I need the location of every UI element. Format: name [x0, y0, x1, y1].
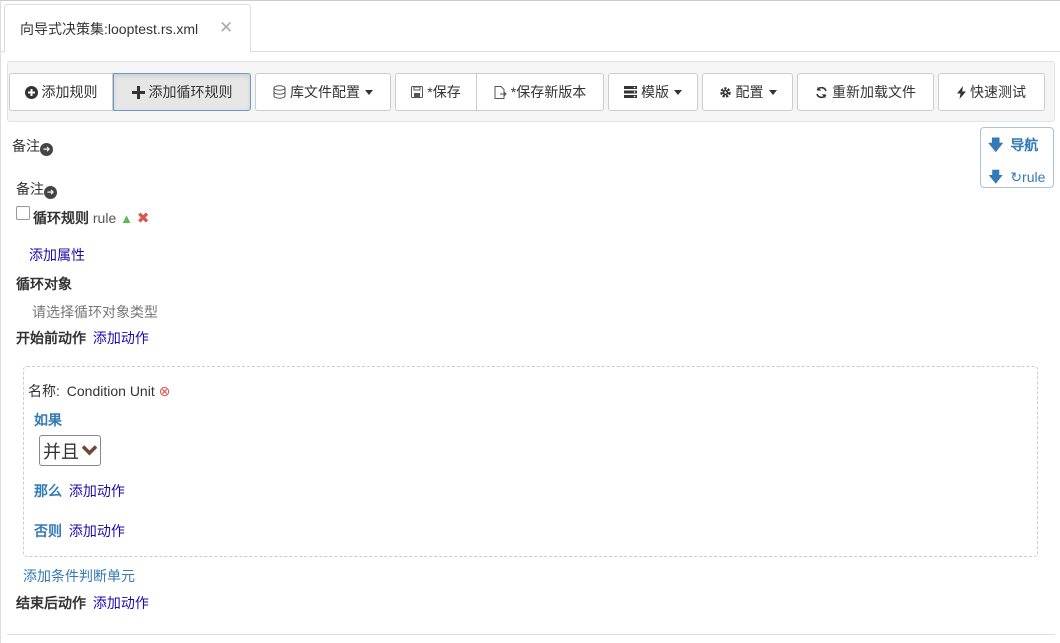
server-icon	[624, 86, 637, 98]
loop-object-placeholder[interactable]: 请选择循环对象类型	[32, 302, 158, 322]
save-new-version-button[interactable]: *保存新版本	[476, 73, 604, 111]
save-new-version-label: *保存新版本	[510, 84, 587, 100]
tree-icon[interactable]: ▲	[120, 211, 133, 226]
if-label: 如果	[34, 412, 62, 428]
floppy-icon	[411, 86, 424, 98]
rule-remark-label: 备注	[16, 181, 44, 197]
add-loop-rule-button[interactable]: 添加循环规则	[113, 73, 251, 111]
add-rule-label: 添加规则	[41, 84, 98, 100]
condition-unit-name-label: 名称:	[28, 383, 60, 399]
quick-test-button[interactable]: 快速测试	[938, 73, 1045, 111]
join-operator-value: 并且	[43, 442, 79, 462]
config-button[interactable]: 配置	[702, 73, 793, 111]
add-condition-unit-link[interactable]: 添加条件判断单元	[23, 566, 135, 586]
arrow-circle-right-icon[interactable]: ➜	[44, 186, 57, 199]
rule-checkbox[interactable]	[16, 206, 30, 220]
then-add-action-link[interactable]: 添加动作	[69, 483, 125, 499]
add-loop-rule-label: 添加循环规则	[148, 84, 233, 100]
else-row: 否则 添加动作	[34, 521, 125, 541]
arrow-down-icon: 🡇	[988, 169, 1004, 186]
caret-down-icon	[674, 89, 682, 95]
delete-icon[interactable]: ✖	[137, 210, 150, 227]
reload-label: 重新加载文件	[832, 84, 916, 100]
save-label: *保存	[427, 84, 461, 100]
tab-looptest[interactable]: 向导式决策集:looptest.rs.xml ✕	[4, 4, 251, 53]
condition-unit-name-row: 名称: Condition Unit ⊗	[28, 381, 170, 401]
toolbar: 添加规则 添加循环规则 库文件配置 *保存 *保存新版本 模版 配置 重新加载文…	[7, 61, 1055, 122]
then-row: 那么 添加动作	[34, 481, 125, 501]
rule-remark[interactable]: 备注 ➜	[16, 179, 57, 199]
reload-button[interactable]: 重新加载文件	[797, 73, 934, 111]
gear-icon	[719, 86, 732, 99]
nav-label: 导航	[1010, 137, 1039, 153]
loop-object-label: 循环对象	[16, 276, 72, 292]
divider	[7, 634, 1055, 635]
tab-bar: 向导式决策集:looptest.rs.xml ✕	[0, 0, 1060, 53]
after-action-add-link[interactable]: 添加动作	[93, 595, 149, 611]
rule-type-label: 循环规则	[33, 210, 89, 226]
after-action-label: 结束后动作	[16, 595, 86, 611]
save-button[interactable]: *保存	[395, 73, 477, 111]
else-add-action-link[interactable]: 添加动作	[69, 523, 125, 539]
join-operator-select[interactable]: 并且	[39, 435, 101, 466]
remark-top-label: 备注	[12, 138, 40, 154]
before-action-add-link[interactable]: 添加动作	[93, 330, 149, 346]
remark-top[interactable]: 备注 ➜	[12, 136, 53, 156]
file-export-icon	[494, 85, 507, 99]
database-icon	[273, 85, 286, 99]
lib-config-label: 库文件配置	[290, 84, 360, 100]
remove-circle-icon[interactable]: ⊗	[159, 383, 171, 399]
after-action-row: 结束后动作 添加动作	[16, 593, 149, 613]
nav-rule-link[interactable]: 🡇 ↻rule	[988, 167, 1045, 192]
arrow-circle-right-icon[interactable]: ➜	[40, 143, 53, 156]
caret-down-icon	[768, 89, 777, 95]
condition-unit	[23, 366, 1038, 557]
close-icon[interactable]: ✕	[219, 19, 233, 36]
template-label: 模版	[641, 84, 669, 100]
config-label: 配置	[735, 84, 764, 100]
add-attribute-link[interactable]: 添加属性	[29, 245, 85, 265]
add-rule-button[interactable]: 添加规则	[9, 73, 113, 111]
rule-name[interactable]: rule	[93, 210, 116, 226]
before-action-label: 开始前动作	[16, 330, 86, 346]
then-label: 那么	[34, 483, 62, 499]
nav-link[interactable]: 🡇 导航	[988, 135, 1038, 160]
condition-unit-name-value[interactable]: Condition Unit	[67, 383, 155, 399]
caret-down-icon	[365, 89, 373, 95]
nav-panel: 🡇 导航 🡇 ↻rule	[980, 127, 1054, 188]
else-label: 否则	[34, 523, 62, 539]
before-action-row: 开始前动作 添加动作	[16, 328, 149, 348]
refresh-icon: ↻	[1010, 169, 1023, 185]
tab-title: 向导式决策集:looptest.rs.xml	[20, 21, 199, 37]
template-button[interactable]: 模版	[608, 73, 698, 111]
bolt-icon	[957, 85, 966, 99]
nav-rule-label: rule	[1022, 169, 1046, 185]
rule-header: 循环规则 rule ▲ ✖	[33, 208, 149, 228]
arrow-down-icon: 🡇	[988, 137, 1004, 154]
chevron-down-icon	[82, 445, 97, 456]
lib-config-button[interactable]: 库文件配置	[255, 73, 391, 111]
refresh-icon	[815, 86, 828, 99]
plus-icon	[131, 85, 145, 99]
plus-circle-icon	[24, 85, 38, 99]
quick-test-label: 快速测试	[970, 84, 1026, 100]
